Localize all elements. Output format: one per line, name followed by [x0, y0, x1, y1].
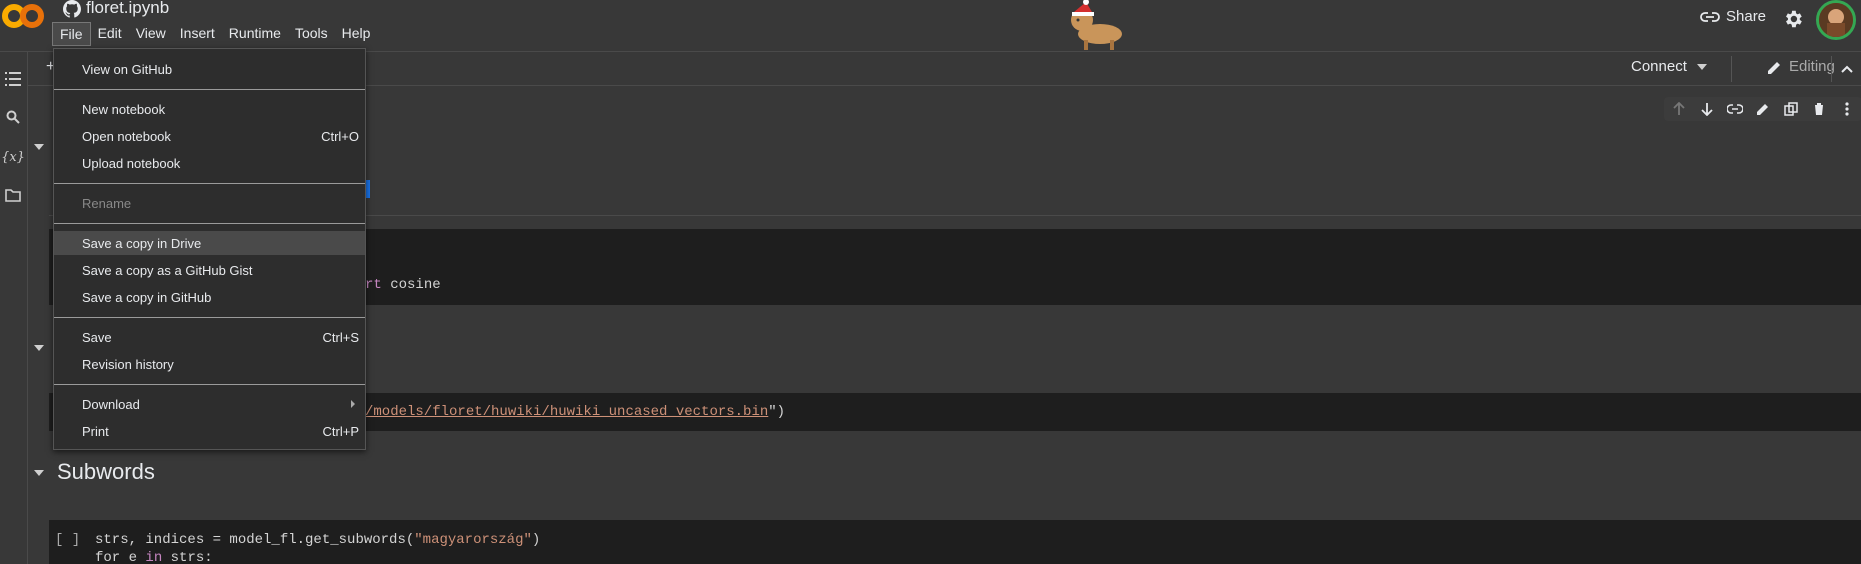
- link-icon: [1700, 11, 1720, 22]
- edit-icon[interactable]: [1752, 99, 1774, 119]
- menu-separator: [54, 183, 365, 184]
- share-button[interactable]: Share: [1700, 8, 1766, 25]
- menu-item-save-copy-gist[interactable]: Save a copy as a GitHub Gist: [54, 258, 365, 282]
- toolbar-divider: [1731, 56, 1732, 82]
- code-string-path: /models/floret/huwiki/huwiki_uncased_vec…: [365, 404, 769, 420]
- folder-icon[interactable]: [2, 184, 24, 206]
- menu-item-print[interactable]: Print Ctrl+P: [54, 419, 365, 443]
- editing-label: Editing: [1789, 58, 1835, 75]
- menu-edit[interactable]: Edit: [91, 22, 129, 46]
- menu-runtime[interactable]: Runtime: [222, 22, 288, 46]
- menu-item-save-copy-github[interactable]: Save a copy in GitHub: [54, 285, 365, 309]
- chevron-down-icon[interactable]: [1696, 63, 1707, 70]
- menu-help[interactable]: Help: [335, 22, 378, 46]
- left-rail: {x}: [0, 52, 28, 564]
- notebook-title[interactable]: floret.ipynb: [86, 0, 169, 18]
- code-text: "): [768, 404, 786, 420]
- more-options-icon[interactable]: [1836, 99, 1858, 119]
- cell-toolbar: [1664, 97, 1861, 121]
- menu-item-save[interactable]: Save Ctrl+S: [54, 325, 365, 349]
- menu-item-new-notebook[interactable]: New notebook: [54, 97, 365, 121]
- section-heading-subwords: Subwords: [57, 459, 155, 484]
- menu-item-view-on-github[interactable]: View on GitHub: [54, 57, 365, 81]
- search-icon[interactable]: [2, 106, 24, 128]
- editing-mode-button[interactable]: Editing: [1767, 58, 1835, 75]
- menu-item-upload-notebook[interactable]: Upload notebook: [54, 151, 365, 175]
- chevron-up-icon[interactable]: [1840, 62, 1854, 76]
- delete-icon[interactable]: [1808, 99, 1830, 119]
- menu-file[interactable]: File: [52, 22, 91, 46]
- table-of-contents-icon[interactable]: [2, 68, 24, 90]
- menu-bar: File Edit View Insert Runtime Tools Help: [52, 22, 377, 46]
- connect-label: Connect: [1631, 58, 1687, 75]
- menu-separator: [54, 384, 365, 385]
- section-collapse-icon[interactable]: [34, 470, 44, 476]
- section-collapse-icon[interactable]: [34, 345, 44, 351]
- variables-icon[interactable]: {x}: [1, 146, 25, 168]
- submenu-arrow-icon: [351, 400, 355, 408]
- run-cell-button[interactable]: [ ]: [55, 532, 80, 548]
- menu-tools[interactable]: Tools: [288, 22, 335, 46]
- pencil-icon: [1768, 61, 1780, 74]
- menu-view[interactable]: View: [129, 22, 173, 46]
- toolbar-divider: [1831, 56, 1832, 82]
- colab-logo[interactable]: [0, 0, 48, 36]
- github-icon: [63, 0, 81, 18]
- link-icon[interactable]: [1724, 99, 1746, 119]
- menu-separator: [54, 317, 365, 318]
- file-menu-dropdown: View on GitHub New notebook Open noteboo…: [53, 48, 366, 450]
- gear-icon[interactable]: [1782, 8, 1804, 30]
- menu-separator: [54, 223, 365, 224]
- shortcut-label: Ctrl+O: [321, 128, 359, 144]
- code-text: cosine: [381, 277, 441, 293]
- shortcut-label: Ctrl+P: [322, 423, 359, 439]
- holiday-dog-icon: [1071, 0, 1122, 50]
- share-label: Share: [1726, 8, 1767, 25]
- menu-item-open-notebook[interactable]: Open notebook Ctrl+O: [54, 124, 365, 148]
- code-line: strs, indices = model_fl.get_subwords("m…: [95, 532, 541, 548]
- menu-item-revision-history[interactable]: Revision history: [54, 352, 365, 376]
- move-down-icon[interactable]: [1696, 99, 1718, 119]
- move-up-icon[interactable]: [1668, 99, 1690, 119]
- menu-item-download[interactable]: Download: [54, 392, 365, 416]
- code-keyword: rt: [365, 277, 382, 293]
- section-collapse-icon[interactable]: [34, 144, 44, 150]
- menu-insert[interactable]: Insert: [173, 22, 222, 46]
- shortcut-label: Ctrl+S: [322, 329, 359, 345]
- header: floret.ipynb File Edit View Insert Runti…: [0, 0, 1861, 52]
- menu-item-rename: Rename: [82, 195, 132, 211]
- code-line: for e in strs:: [95, 550, 213, 564]
- menu-separator: [54, 89, 365, 90]
- menu-item-save-copy-drive[interactable]: Save a copy in Drive: [54, 231, 365, 255]
- connect-button[interactable]: Connect: [1631, 58, 1707, 75]
- mirror-cell-icon[interactable]: [1780, 99, 1802, 119]
- avatar[interactable]: [1816, 0, 1856, 40]
